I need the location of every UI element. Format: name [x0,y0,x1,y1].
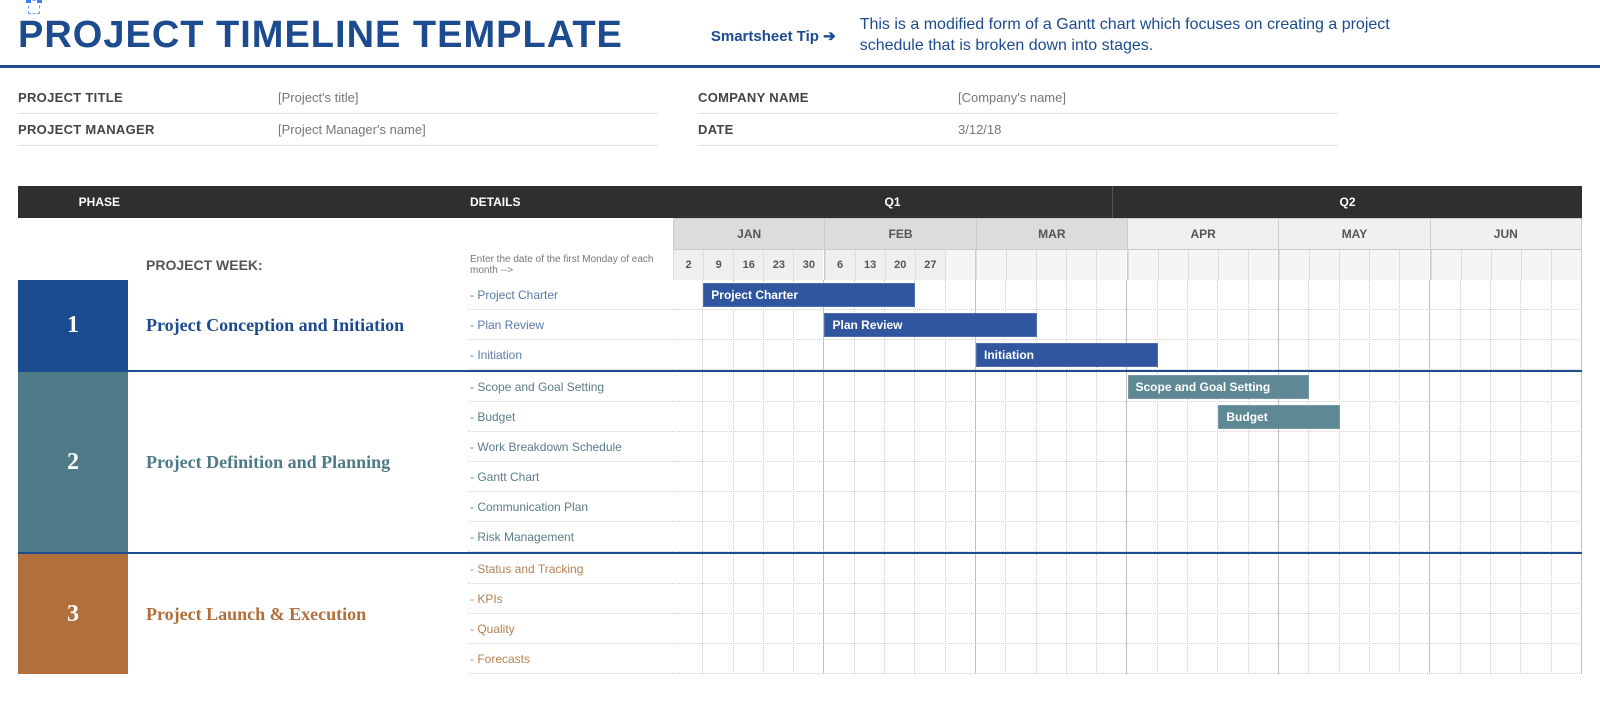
phase-number: 3 [18,554,128,674]
phase-detail[interactable]: - Quality [468,614,673,644]
project-week-label: PROJECT WEEK: [128,250,468,280]
quarter-q1-header: Q1 [673,186,1113,218]
week-cell[interactable] [976,250,1006,280]
phase-timeline: Project Charter Plan Review Initiation [673,280,1582,370]
week-cell[interactable]: 16 [733,250,763,280]
phase-number: 1 [18,280,128,370]
week-cell[interactable] [1309,250,1339,280]
week-cell[interactable]: 2 [673,250,703,280]
phase-title: Project Conception and Initiation [128,280,468,370]
phase-detail[interactable]: - Communication Plan [468,492,673,522]
week-cell[interactable] [1066,250,1096,280]
week-cell[interactable] [1036,250,1066,280]
gantt-bar[interactable]: Budget [1218,405,1339,429]
project-title-value[interactable]: [Project's title] [278,90,359,105]
week-cell[interactable]: 30 [793,250,823,280]
week-cell[interactable] [1369,250,1399,280]
phase-number: 2 [18,372,128,552]
month-header-jan: JAN [673,218,825,250]
phase-column-header: PHASE [18,186,128,218]
phase-detail[interactable]: - Plan Review [468,310,673,340]
month-header-feb: FEB [825,218,976,250]
smartsheet-tip-link[interactable]: Smartsheet Tip ➔ [711,27,836,45]
week-cell[interactable] [1158,250,1188,280]
phase-timeline [673,554,1582,674]
week-cell[interactable] [1218,250,1248,280]
week-cell[interactable] [1491,250,1521,280]
month-header-apr: APR [1128,218,1279,250]
week-cell[interactable] [1188,250,1218,280]
gantt-bar[interactable]: Plan Review [824,313,1036,337]
phase-detail[interactable]: - KPIs [468,584,673,614]
month-header-jun: JUN [1431,218,1582,250]
week-cell[interactable] [1399,250,1429,280]
week-cell[interactable] [1461,250,1491,280]
phase-detail[interactable]: - Forecasts [468,644,673,674]
week-cell[interactable] [1248,250,1278,280]
week-cell[interactable] [1339,250,1369,280]
phase-detail[interactable]: - Gantt Chart [468,462,673,492]
week-cell[interactable] [1279,250,1309,280]
month-row: JANFEBMARAPRMAYJUN [18,218,1582,250]
week-cell[interactable]: 6 [825,250,855,280]
week-cell[interactable]: 13 [855,250,885,280]
quarter-q2-header: Q2 [1113,186,1582,218]
week-cell[interactable] [945,250,975,280]
gantt-bar[interactable]: Scope and Goal Setting [1128,375,1310,399]
week-cell[interactable] [1096,250,1126,280]
project-meta: PROJECT TITLE [Project's title] PROJECT … [0,68,1600,186]
company-name-value[interactable]: [Company's name] [958,90,1066,105]
phase-detail[interactable]: - Project Charter [468,280,673,310]
phase-detail[interactable]: - Work Breakdown Schedule [468,432,673,462]
date-value[interactable]: 3/12/18 [958,122,1001,137]
project-manager-value[interactable]: [Project Manager's name] [278,122,426,137]
week-cell[interactable]: 27 [915,250,945,280]
gantt-bar[interactable]: Project Charter [703,283,915,307]
week-cell[interactable] [1128,250,1158,280]
company-name-label: COMPANY NAME [698,90,958,105]
week-cell[interactable] [1551,250,1581,280]
gantt-header-row: PHASE DETAILS Q1 Q2 [18,186,1582,218]
phase-timeline: Scope and Goal Setting Budget [673,372,1582,552]
phase-block-1: 1Project Conception and Initiation- Proj… [18,280,1582,370]
gantt-bar[interactable]: Initiation [976,343,1158,367]
week-cell[interactable]: 23 [763,250,793,280]
week-cell[interactable]: 9 [703,250,733,280]
gantt-chart: PHASE DETAILS Q1 Q2 JANFEBMARAPRMAYJUN P… [18,186,1582,674]
week-hint: Enter the date of the first Monday of ea… [468,250,673,280]
details-column-header: DETAILS [468,186,673,218]
phase-detail[interactable]: - Initiation [468,340,673,370]
phase-block-2: 2Project Definition and Planning- Scope … [18,370,1582,552]
weeks-row: PROJECT WEEK: Enter the date of the firs… [18,250,1582,280]
phase-detail[interactable]: - Status and Tracking [468,554,673,584]
project-title-label: PROJECT TITLE [18,90,278,105]
phase-detail[interactable]: - Budget [468,402,673,432]
tip-description: This is a modified form of a Gantt chart… [860,15,1420,57]
phase-detail[interactable]: - Risk Management [468,522,673,552]
week-cell[interactable]: 20 [885,250,915,280]
project-manager-label: PROJECT MANAGER [18,122,278,137]
phase-detail[interactable]: - Scope and Goal Setting [468,372,673,402]
month-header-may: MAY [1279,218,1430,250]
phase-title: Project Definition and Planning [128,372,468,552]
page-title: PROJECT TIMELINE TEMPLATE [18,14,623,57]
week-cell[interactable] [1521,250,1551,280]
phase-block-3: 3Project Launch & Execution- Status and … [18,552,1582,674]
date-label: DATE [698,122,958,137]
cell-selection-indicator [28,0,40,14]
month-header-mar: MAR [977,218,1128,250]
document-header: PROJECT TIMELINE TEMPLATE Smartsheet Tip… [0,0,1600,68]
week-cell[interactable] [1431,250,1461,280]
week-cell[interactable] [1006,250,1036,280]
phase-title: Project Launch & Execution [128,554,468,674]
